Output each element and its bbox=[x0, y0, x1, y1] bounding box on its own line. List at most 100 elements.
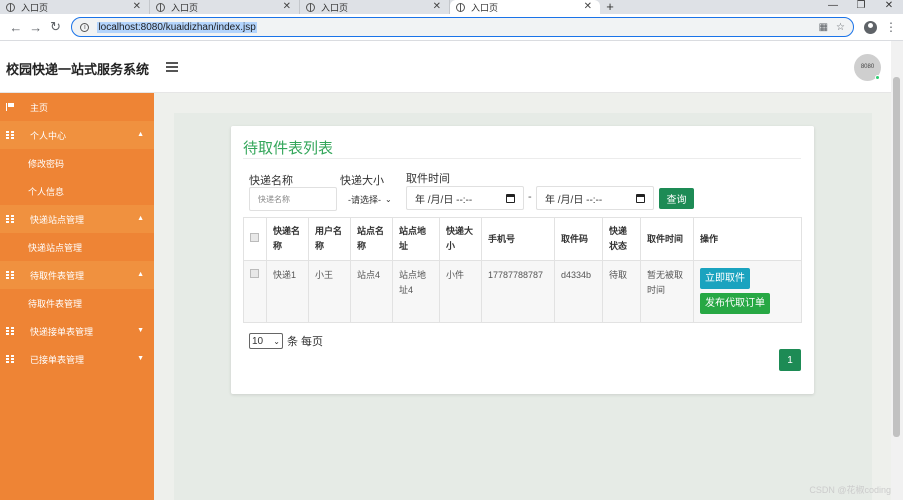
pickup-now-button[interactable]: 立即取件 bbox=[700, 268, 750, 289]
name-search-input[interactable]: 快递名称 bbox=[249, 187, 337, 211]
calendar-icon[interactable] bbox=[506, 193, 515, 203]
sidebar-group-personal-center[interactable]: 个人中心 ▲ bbox=[0, 121, 154, 149]
tab-close-icon[interactable]: ✕ bbox=[283, 1, 291, 12]
select-all-checkbox[interactable] bbox=[250, 232, 259, 242]
column-header: 操作 bbox=[693, 217, 802, 261]
publish-proxy-order-button[interactable]: 发布代取订单 bbox=[700, 293, 770, 314]
address-toolbar: ← → ↻ i localhost:8080/kuaidizhan/index.… bbox=[0, 14, 903, 41]
sidebar-item-personal-info[interactable]: 个人信息 bbox=[0, 177, 154, 205]
reload-icon[interactable]: ↻ bbox=[46, 19, 66, 35]
sidebar-item-label: 个人信息 bbox=[28, 186, 65, 197]
browser-tab[interactable]: 入口页 ✕ bbox=[150, 0, 300, 14]
pickup-list-card: 待取件表列表 快递名称 快递名称 快递大小 -请选择- ⌄ 取件时间 年 /月/… bbox=[231, 126, 814, 394]
table-cell: 快递1 bbox=[266, 260, 309, 323]
tab-label: 入口页 bbox=[171, 2, 199, 13]
sidebar-group-accepted-orders[interactable]: 已接单表管理 ▼ bbox=[0, 345, 154, 373]
watermark: CSDN @花椒coding bbox=[809, 485, 891, 495]
row-checkbox[interactable] bbox=[250, 269, 259, 278]
column-header: 站点名称 bbox=[350, 217, 393, 261]
chevron-down-icon: ⌄ bbox=[385, 194, 392, 204]
tab-label: 入口页 bbox=[471, 2, 499, 13]
page-size-value: 10 bbox=[252, 335, 264, 347]
sidebar-item-label: 快递站点管理 bbox=[30, 214, 85, 225]
scrollbar-thumb[interactable] bbox=[893, 77, 900, 437]
sidebar-item-change-password[interactable]: 修改密码 bbox=[0, 149, 154, 177]
page-size-select[interactable]: 10 ⌄ bbox=[249, 333, 283, 349]
column-header: 手机号 bbox=[481, 217, 555, 261]
sidebar-item-pickup-management[interactable]: 待取件表管理 bbox=[0, 289, 154, 317]
hamburger-menu-icon[interactable] bbox=[166, 62, 178, 72]
back-icon[interactable]: ← bbox=[6, 20, 26, 35]
table-row: 快递1 小王 站点4 站点地址4 小件 17787788787 d4334b 待… bbox=[243, 260, 802, 323]
bookmark-star-icon[interactable]: ☆ bbox=[836, 22, 845, 33]
url-input[interactable]: i localhost:8080/kuaidizhan/index.jsp ▦ … bbox=[71, 17, 855, 37]
grid-icon bbox=[6, 271, 14, 279]
date-to-value: 年 /月/日 --:-- bbox=[545, 194, 603, 206]
table-cell: 站点地址4 bbox=[392, 260, 440, 323]
date-to-input[interactable]: 年 /月/日 --:-- bbox=[536, 186, 654, 210]
sidebar-item-home[interactable]: 主页 bbox=[0, 93, 154, 121]
browser-tab-active[interactable]: 入口页 ✕ bbox=[450, 0, 600, 14]
sidebar: 主页 个人中心 ▲ 修改密码 个人信息 快递站点管理 ▲ 快递站点管理 待取件表… bbox=[0, 93, 154, 500]
sidebar-group-station-management[interactable]: 快递站点管理 ▲ bbox=[0, 205, 154, 233]
tab-label: 入口页 bbox=[321, 2, 349, 13]
table-cell: d4334b bbox=[554, 260, 603, 323]
sidebar-group-order-accept-management[interactable]: 快递接单表管理 ▼ bbox=[0, 317, 154, 345]
table-cell: 小件 bbox=[439, 260, 482, 323]
menu-kebab-icon[interactable]: ⋮ bbox=[885, 20, 897, 34]
grid-icon bbox=[6, 355, 14, 363]
info-icon[interactable]: i bbox=[80, 22, 90, 32]
caret-down-icon: ▼ bbox=[137, 355, 144, 362]
browser-tab-strip: 入口页 ✕ 入口页 ✕ 入口页 ✕ 入口页 ✕ + — ❐ ✕ bbox=[0, 0, 903, 14]
size-select[interactable]: -请选择- ⌄ bbox=[344, 187, 404, 211]
sidebar-item-station-management[interactable]: 快递站点管理 bbox=[0, 233, 154, 261]
forward-icon[interactable]: → bbox=[26, 20, 46, 35]
new-tab-button[interactable]: + bbox=[600, 0, 620, 14]
profile-icon[interactable] bbox=[864, 20, 878, 34]
tab-close-icon[interactable]: ✕ bbox=[433, 1, 441, 12]
app-title: 校园快递一站式服务系统 bbox=[6, 62, 150, 77]
table-header-row: 快递名称 用户名称 站点名称 站点地址 快递大小 手机号 取件码 快递状态 取件… bbox=[243, 217, 802, 261]
page-size-control: 10 ⌄ 条 每页 bbox=[249, 333, 323, 349]
row-select-cell bbox=[243, 260, 267, 323]
sidebar-item-label: 个人中心 bbox=[30, 130, 67, 141]
page-title: 待取件表列表 bbox=[243, 140, 334, 157]
sidebar-item-label: 修改密码 bbox=[28, 158, 65, 169]
tab-close-icon[interactable]: ✕ bbox=[584, 1, 592, 12]
date-from-input[interactable]: 年 /月/日 --:-- bbox=[406, 186, 524, 210]
name-filter-label: 快递名称 bbox=[249, 175, 293, 187]
size-filter-label: 快递大小 bbox=[340, 175, 384, 187]
query-button[interactable]: 查询 bbox=[659, 188, 694, 209]
table-cell: 17787788787 bbox=[481, 260, 555, 323]
pickup-time-label: 取件时间 bbox=[406, 173, 450, 185]
size-select-value: -请选择- bbox=[348, 194, 381, 205]
page-number-button[interactable]: 1 bbox=[779, 349, 801, 371]
sidebar-item-label: 待取件表管理 bbox=[30, 270, 85, 281]
actions-cell: 立即取件 发布代取订单 bbox=[693, 260, 802, 323]
minimize-icon[interactable]: — bbox=[819, 0, 847, 14]
column-header: 快递大小 bbox=[439, 217, 482, 261]
sidebar-group-pickup-management[interactable]: 待取件表管理 ▲ bbox=[0, 261, 154, 289]
sidebar-item-label: 待取件表管理 bbox=[28, 298, 83, 309]
window-close-icon[interactable]: ✕ bbox=[875, 0, 903, 14]
column-header: 快递状态 bbox=[602, 217, 641, 261]
column-header: 取件时间 bbox=[640, 217, 694, 261]
flag-icon bbox=[6, 103, 14, 111]
tab-close-icon[interactable]: ✕ bbox=[133, 1, 141, 12]
qr-code-icon[interactable]: ▦ bbox=[819, 22, 828, 33]
grid-icon bbox=[6, 327, 14, 335]
page-size-suffix: 条 每页 bbox=[287, 336, 324, 348]
column-header: 用户名称 bbox=[308, 217, 351, 261]
column-header: 取件码 bbox=[554, 217, 603, 261]
app-header: 校园快递一站式服务系统 8080 bbox=[0, 41, 903, 93]
globe-icon bbox=[156, 2, 165, 12]
table-cell: 暂无被取时间 bbox=[640, 260, 694, 323]
date-range-separator: - bbox=[528, 191, 532, 203]
restore-icon[interactable]: ❐ bbox=[847, 0, 875, 14]
grid-icon bbox=[6, 215, 14, 223]
calendar-icon[interactable] bbox=[636, 193, 645, 203]
sidebar-item-label: 已接单表管理 bbox=[30, 354, 85, 365]
browser-tab[interactable]: 入口页 ✕ bbox=[300, 0, 450, 14]
browser-tab[interactable]: 入口页 ✕ bbox=[0, 0, 150, 14]
page-scrollbar[interactable] bbox=[891, 41, 903, 500]
